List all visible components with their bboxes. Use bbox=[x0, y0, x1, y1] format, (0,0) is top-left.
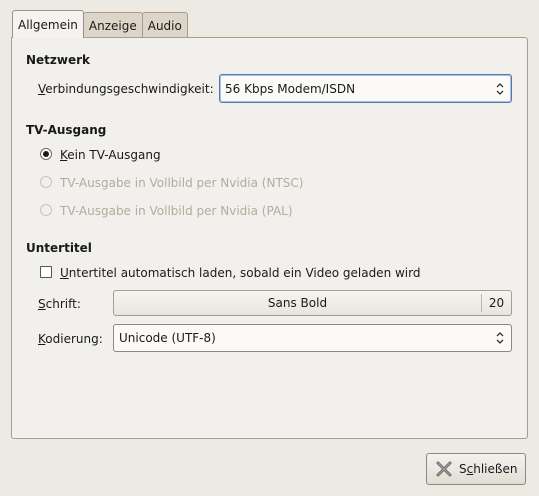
connection-speed-label: Verbindungsgeschwindigkeit: bbox=[38, 82, 214, 96]
font-size: 20 bbox=[488, 296, 505, 310]
tab-bar: Allgemein Anzeige Audio bbox=[12, 10, 188, 38]
autoload-subtitles-checkbox[interactable] bbox=[40, 266, 52, 278]
font-name: Sans Bold bbox=[267, 296, 328, 310]
combo-arrows-icon bbox=[496, 82, 504, 95]
encoding-label: Kodierung: bbox=[38, 332, 103, 346]
radio-no-tv-output-text: ein TV-Ausgang bbox=[67, 148, 161, 162]
font-label-mnemonic: S bbox=[38, 297, 46, 311]
tab-anzeige[interactable]: Anzeige bbox=[82, 12, 143, 38]
radio-tv-ntsc[interactable] bbox=[40, 176, 52, 188]
tab-audio-label: Audio bbox=[147, 18, 182, 33]
font-label-text: chrift: bbox=[45, 297, 81, 311]
preferences-window: Allgemein Anzeige Audio Netzwerk Verbind… bbox=[0, 0, 539, 496]
close-button[interactable]: Schließen bbox=[426, 453, 526, 485]
close-button-label: Schließen bbox=[459, 462, 517, 476]
subtitles-section-title: Untertitel bbox=[26, 241, 92, 255]
tab-audio[interactable]: Audio bbox=[141, 12, 188, 38]
connection-speed-combo[interactable]: 56 Kbps Modem/ISDN bbox=[219, 74, 512, 103]
radio-tv-ntsc-label: TV-Ausgabe in Vollbild per Nvidia (NTSC) bbox=[60, 176, 304, 190]
autoload-subtitles-label: Untertitel automatisch laden, sobald ein… bbox=[60, 266, 420, 280]
autoload-subtitles-text: ntertitel automatisch laden, sobald ein … bbox=[68, 266, 421, 280]
connection-speed-label-text: erbindungsgeschwindigkeit: bbox=[45, 82, 214, 96]
font-label: Schrift: bbox=[38, 297, 81, 311]
encoding-value: Unicode (UTF-8) bbox=[119, 331, 216, 345]
autoload-subtitles-mnemonic: U bbox=[60, 266, 69, 280]
encoding-label-text: odierung: bbox=[45, 332, 103, 346]
radio-no-tv-output-label: Kein TV-Ausgang bbox=[60, 148, 161, 162]
radio-tv-pal[interactable] bbox=[40, 204, 52, 216]
network-section-title: Netzwerk bbox=[26, 53, 91, 67]
close-label-prefix: S bbox=[459, 462, 467, 476]
tab-allgemein-label: Allgemein bbox=[18, 17, 78, 32]
combo-arrows-icon bbox=[496, 332, 504, 344]
encoding-combo[interactable]: Unicode (UTF-8) bbox=[113, 324, 512, 352]
close-label-rest: hließen bbox=[473, 462, 518, 476]
tab-allgemein[interactable]: Allgemein bbox=[12, 10, 84, 38]
radio-no-tv-output[interactable] bbox=[40, 148, 52, 160]
close-icon bbox=[436, 461, 452, 477]
font-chooser-button[interactable]: Sans Bold 20 bbox=[113, 290, 512, 316]
tv-section-title: TV-Ausgang bbox=[26, 123, 107, 137]
connection-speed-value: 56 Kbps Modem/ISDN bbox=[225, 81, 356, 96]
radio-tv-pal-label: TV-Ausgabe in Vollbild per Nvidia (PAL) bbox=[60, 204, 293, 218]
tab-anzeige-label: Anzeige bbox=[88, 18, 137, 33]
